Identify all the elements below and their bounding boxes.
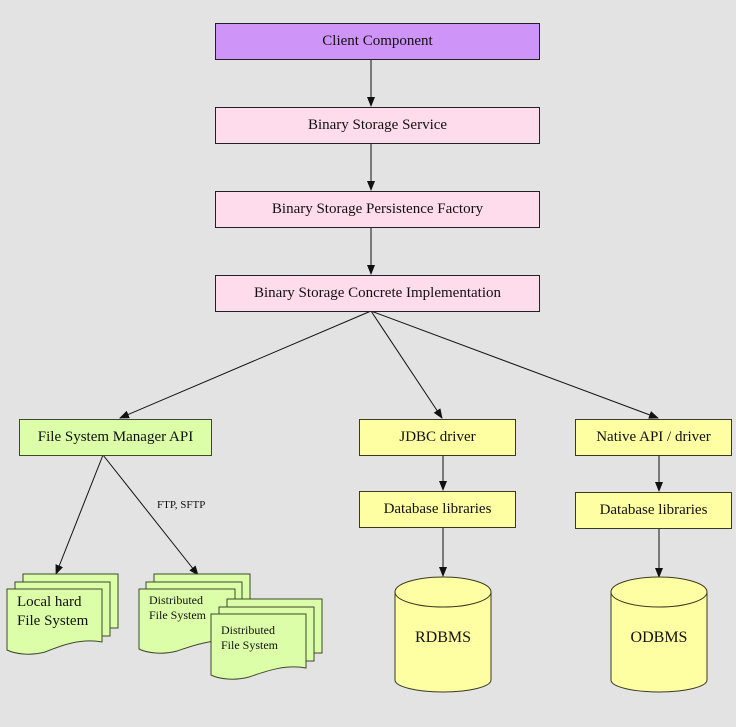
- odbms-label[interactable]: ODBMS: [611, 628, 707, 647]
- local-file-system-label-line2: File System: [17, 613, 89, 629]
- database-libraries-right-label: Database libraries: [599, 502, 708, 518]
- distributed-file-system-a-label-line2: File System: [149, 608, 207, 622]
- edge-fsm-to-local-fs: [55, 454, 104, 575]
- client-component-label: Client Component: [322, 33, 433, 49]
- distributed-file-system-a-label-line1: Distributed: [149, 593, 203, 607]
- concrete-implementation-label: Binary Storage Concrete Implementation: [253, 285, 501, 301]
- database-libraries-left-label: Database libraries: [383, 501, 492, 517]
- native-api-driver-node[interactable]: Native API / driver: [575, 419, 732, 456]
- edge-implementation-to-fsm: [119, 310, 372, 419]
- binary-storage-service-label: Binary Storage Service: [307, 117, 448, 133]
- database-libraries-right-node[interactable]: Database libraries: [575, 492, 732, 529]
- native-api-driver-label: Native API / driver: [596, 429, 711, 445]
- local-file-system-label-line1: Local hard: [17, 594, 82, 610]
- edge-implementation-to-native: [370, 310, 659, 419]
- file-system-manager-api-label: File System Manager API: [37, 429, 194, 445]
- binary-storage-service-node[interactable]: Binary Storage Service: [215, 107, 540, 144]
- jdbc-driver-node[interactable]: JDBC driver: [359, 419, 516, 456]
- persistence-factory-label: Binary Storage Persistence Factory: [271, 201, 484, 217]
- edge-implementation-to-jdbc: [370, 310, 443, 419]
- distributed-file-system-a-node[interactable]: Distributed File System: [149, 593, 206, 623]
- distributed-file-system-b-label-line2: File System: [221, 638, 279, 652]
- edge-fsm-to-distributed-fs: [102, 454, 199, 576]
- distributed-file-system-b-node[interactable]: Distributed File System: [221, 623, 278, 653]
- jdbc-driver-label: JDBC driver: [399, 429, 476, 445]
- client-component-node[interactable]: Client Component: [215, 23, 540, 60]
- ftp-sftp-edge-label: FTP, SFTP: [157, 499, 206, 511]
- concrete-implementation-node[interactable]: Binary Storage Concrete Implementation: [215, 275, 540, 312]
- distributed-file-system-b-label-line1: Distributed: [221, 623, 275, 637]
- persistence-factory-node[interactable]: Binary Storage Persistence Factory: [215, 191, 540, 228]
- database-libraries-left-node[interactable]: Database libraries: [359, 491, 516, 528]
- local-file-system-node[interactable]: Local hard File System: [17, 593, 88, 631]
- file-system-manager-api-node[interactable]: File System Manager API: [19, 419, 212, 456]
- rdbms-label[interactable]: RDBMS: [395, 628, 491, 647]
